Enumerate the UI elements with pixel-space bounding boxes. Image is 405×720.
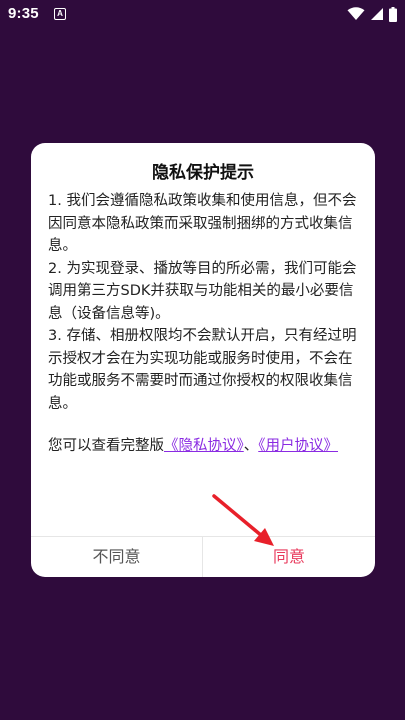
agree-button[interactable]: 同意 (203, 537, 375, 577)
policy-paragraph-2: 2. 为实现登录、播放等目的所必需，我们可能会调用第三方SDK并获取与功能相关的… (48, 260, 357, 322)
privacy-agreement-link[interactable]: 《隐私协议》 (164, 438, 244, 454)
user-agreement-link[interactable]: 《用户协议》 (258, 438, 338, 454)
privacy-dialog: 隐私保护提示 1. 我们会遵循隐私政策收集和使用信息，但不会因同意本隐私政策而采… (31, 143, 375, 577)
links-intro-text: 您可以查看完整版 (48, 438, 164, 454)
wifi-icon (347, 7, 365, 21)
policy-paragraph-3: 3. 存储、相册权限均不会默认开启，只有经过明示授权才会在为实现功能或服务时使用… (48, 328, 357, 412)
policy-paragraph-1: 1. 我们会遵循隐私政策收集和使用信息，但不会因同意本隐私政策而采取强制捆绑的方… (48, 193, 357, 254)
disagree-button[interactable]: 不同意 (31, 537, 202, 577)
status-time: 9:35 (8, 5, 39, 22)
dialog-body: 1. 我们会遵循隐私政策收集和使用信息，但不会因同意本隐私政策而采取强制捆绑的方… (48, 190, 360, 458)
links-separator: 、 (243, 438, 259, 454)
agreement-links-paragraph: 您可以查看完整版《隐私协议》、《用户协议》 (48, 435, 360, 458)
cellular-signal-icon (370, 7, 384, 21)
battery-icon (389, 6, 397, 22)
status-icons (347, 6, 397, 22)
dialog-title: 隐私保护提示 (152, 163, 254, 183)
notification-icon: A (54, 8, 66, 20)
status-bar: 9:35 A (0, 0, 405, 28)
